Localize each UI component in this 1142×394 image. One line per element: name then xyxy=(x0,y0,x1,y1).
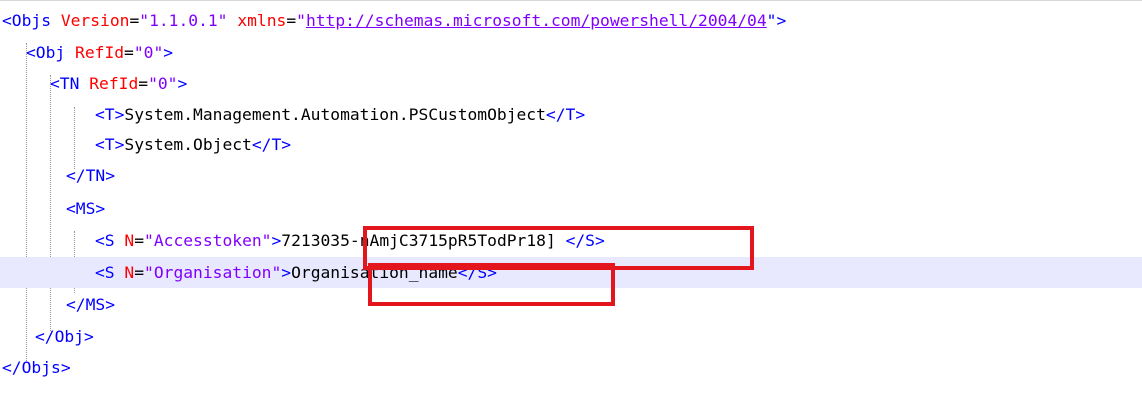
tag-t-open: <T> xyxy=(95,135,125,154)
value-accesstoken: "Accesstoken" xyxy=(144,231,272,250)
tag-s-open: <S xyxy=(95,263,115,282)
equals-sign: = xyxy=(286,11,297,30)
equals-sign: = xyxy=(129,11,140,30)
code-line: <TN RefId="0"> xyxy=(50,68,1142,99)
tag-tn-open: <TN xyxy=(50,74,80,93)
tag-tn-close: </TN> xyxy=(66,166,116,185)
tag-obj-open: <Obj xyxy=(26,43,66,62)
attr-version: Version xyxy=(60,11,130,30)
equals-sign: = xyxy=(124,43,134,62)
value-refid: "0" xyxy=(148,74,178,93)
equals-sign: = xyxy=(134,231,145,250)
tag-objs-close: </Objs> xyxy=(2,358,71,377)
tag-close: > xyxy=(271,231,282,250)
code-line: <Obj RefId="0"> xyxy=(26,37,1142,68)
attr-n: N xyxy=(124,263,135,282)
tag-t-open: <T> xyxy=(95,105,125,124)
tag-obj-close: </Obj> xyxy=(35,327,94,346)
tag-ms-close: </MS> xyxy=(66,295,116,314)
code-line: <T>System.Object</T> xyxy=(95,129,1142,160)
attr-refid: RefId xyxy=(89,74,139,93)
code-line: </Obj> xyxy=(35,321,1142,352)
tag-t-close: </T> xyxy=(251,135,292,154)
code-line: <MS> xyxy=(66,193,1142,224)
xml-editor[interactable]: <Objs Version="1.1.0.1" xmlns="http://sc… xyxy=(0,0,1142,394)
value-refid: "0" xyxy=(133,43,164,62)
tag-close: "> xyxy=(766,11,787,30)
code-line: </Objs> xyxy=(2,352,1142,383)
code-line: <T>System.Management.Automation.PSCustom… xyxy=(95,99,1142,130)
value-quote: " xyxy=(296,11,306,30)
type-name-text: System.Object xyxy=(124,135,252,154)
organisation-annotation-box xyxy=(368,263,615,306)
xmlns-link[interactable]: http://schemas.microsoft.com/powershell/… xyxy=(306,11,767,30)
attr-refid: RefId xyxy=(75,43,125,62)
attr-n: N xyxy=(124,231,135,250)
equals-sign: = xyxy=(138,74,149,93)
tag-close: > xyxy=(163,43,174,62)
tag-close: > xyxy=(177,74,188,93)
value-organisation: "Organisation" xyxy=(144,263,282,282)
type-name-text: System.Management.Automation.PSCustomObj… xyxy=(124,105,546,124)
tag-t-close: </T> xyxy=(545,105,586,124)
indent-guide xyxy=(26,43,27,363)
value-version: "1.1.0.1" xyxy=(139,11,228,30)
code-line: <Objs Version="1.1.0.1" xmlns="http://sc… xyxy=(2,5,1142,36)
tag-ms-open: <MS> xyxy=(66,199,106,218)
indent-guide xyxy=(50,75,51,331)
tag-objs-open: <Objs xyxy=(2,11,52,30)
tag-close: > xyxy=(281,263,292,282)
code-line: </TN> xyxy=(66,160,1142,191)
tag-s-open: <S xyxy=(95,231,115,250)
attr-xmlns: xmlns xyxy=(237,11,287,30)
equals-sign: = xyxy=(134,263,145,282)
